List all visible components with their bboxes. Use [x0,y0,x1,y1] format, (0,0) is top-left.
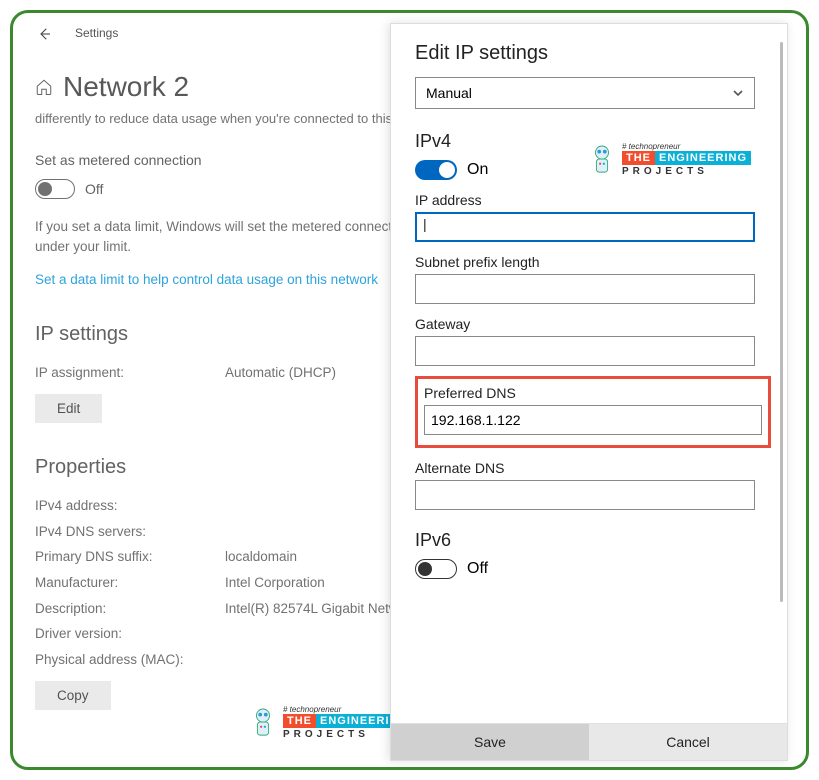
ip-address-label: IP address [415,192,763,208]
preferred-dns-label: Preferred DNS [424,385,762,401]
preferred-dns-input[interactable] [424,405,762,435]
ipv6-toggle[interactable] [415,559,457,579]
ipv6-off-label: Off [467,560,488,578]
preferred-dns-highlight: Preferred DNS [415,376,771,448]
ipv4-toggle[interactable] [415,160,457,180]
scrollbar[interactable] [780,42,783,602]
copy-button[interactable]: Copy [35,681,111,710]
subnet-label: Subnet prefix length [415,254,763,270]
cancel-button[interactable]: Cancel [589,724,787,760]
metered-value: Off [85,179,103,199]
home-icon [35,78,53,96]
watermark-logo: # technopreneur THEENGINEERING PROJECTS [588,142,751,177]
subnet-input[interactable] [415,274,755,304]
modal-title: Edit IP settings [415,42,763,65]
ipv6-heading: IPv6 [415,530,763,551]
back-arrow-icon[interactable] [35,25,53,43]
gateway-label: Gateway [415,316,763,332]
ip-assignment-val: Automatic (DHCP) [225,363,336,383]
alternate-dns-input[interactable] [415,480,755,510]
ip-address-input[interactable] [415,212,755,242]
edit-button[interactable]: Edit [35,394,102,423]
metered-toggle[interactable] [35,179,75,199]
ip-assignment-key: IP assignment: [35,363,225,383]
save-button[interactable]: Save [391,724,589,760]
watermark-logo: # technopreneur THEENGINEERING PROJECTS [249,705,412,740]
gateway-input[interactable] [415,336,755,366]
chevron-down-icon [732,87,744,99]
alternate-dns-label: Alternate DNS [415,460,763,476]
ipv4-on-label: On [467,161,488,179]
robot-icon [588,143,616,177]
page-title: Network 2 [63,67,189,108]
robot-icon [249,706,277,740]
mode-select[interactable]: Manual [415,77,755,109]
edit-ip-modal: Edit IP settings Manual IPv4 On # techno… [390,23,788,761]
settings-label: Settings [75,25,118,42]
